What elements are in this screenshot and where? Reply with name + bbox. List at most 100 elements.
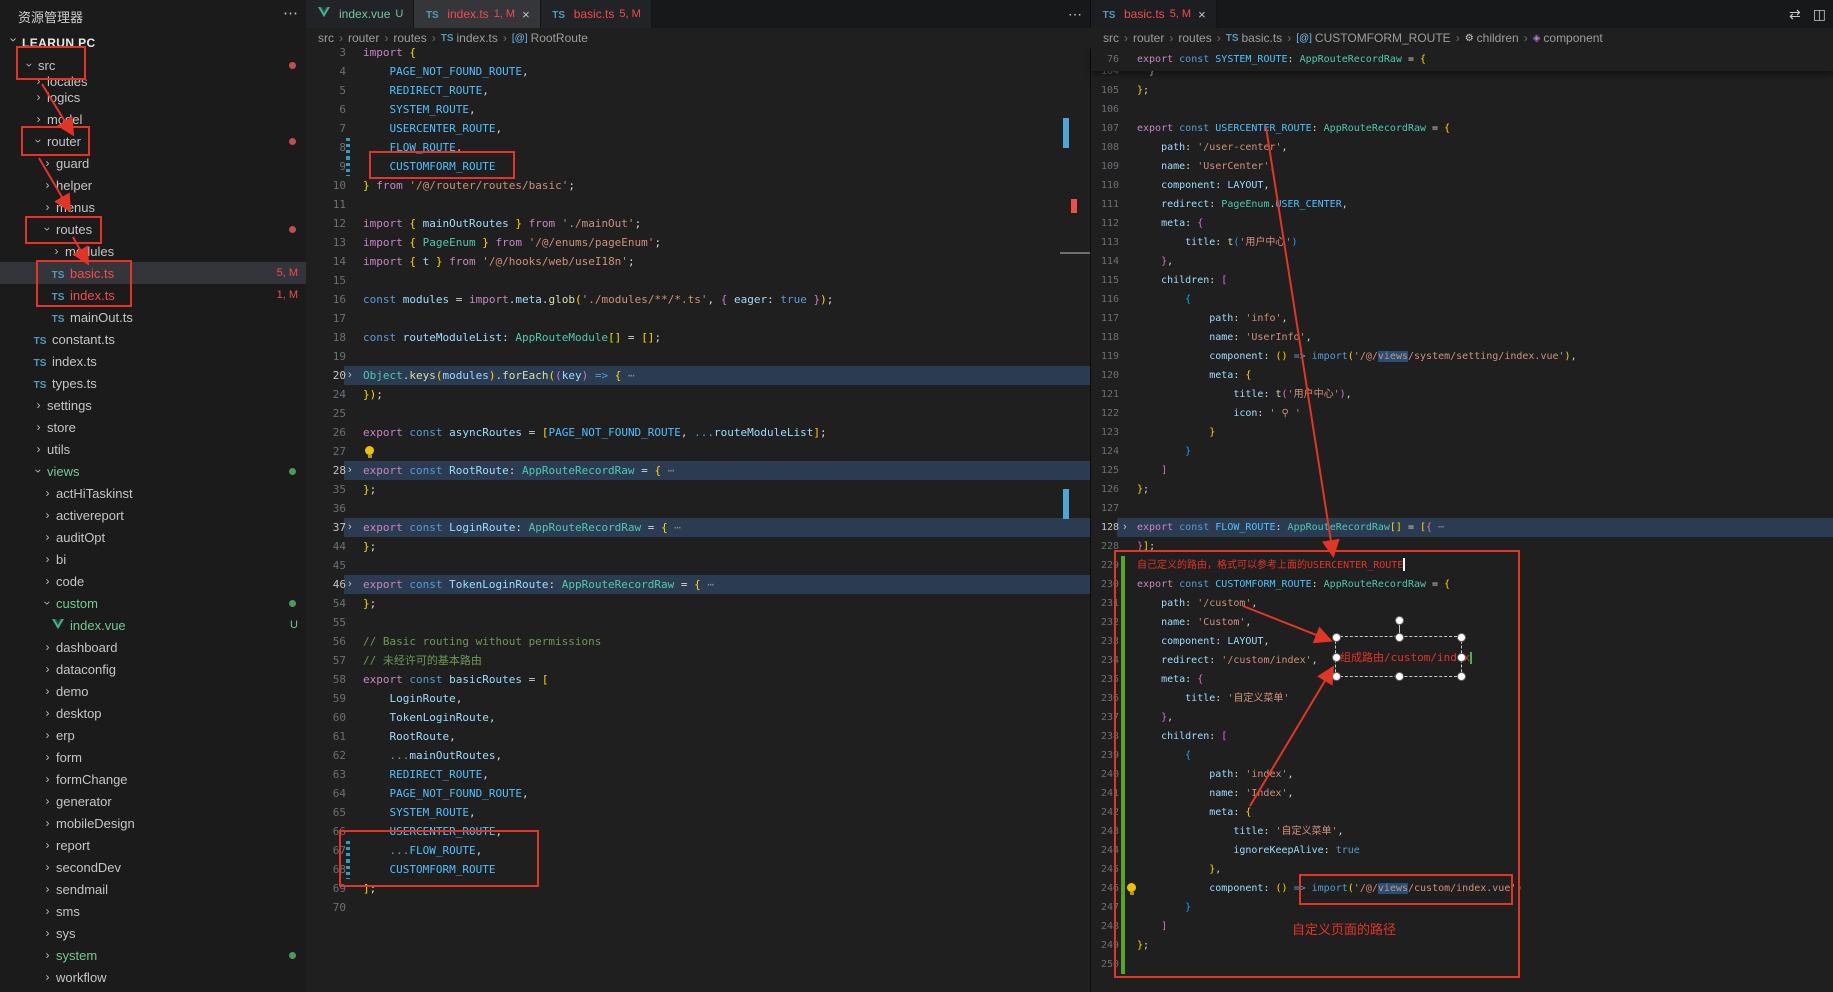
code-line[interactable]: 232 name: 'Custom',	[1091, 613, 1833, 632]
code-line[interactable]: 120 meta: {	[1091, 366, 1833, 385]
code-line[interactable]: 61 RootRoute,	[306, 727, 1090, 746]
tree-item-code[interactable]: ›code	[0, 570, 306, 592]
code-line[interactable]: 228}];	[1091, 537, 1833, 556]
split-editor-icon[interactable]: ◫	[1813, 6, 1826, 23]
breadcrumb-item-src[interactable]: src	[318, 31, 334, 45]
tree-item-index-vue[interactable]: index.vueU	[0, 614, 306, 636]
tree-item-guard[interactable]: ›guard	[0, 152, 306, 174]
code-line[interactable]: 109 name: 'UserCenter',	[1091, 157, 1833, 176]
code-line[interactable]: 111 redirect: PageEnum.USER_CENTER,	[1091, 195, 1833, 214]
code-line[interactable]: 65 SYSTEM_ROUTE,	[306, 803, 1090, 822]
code-line[interactable]: 35};	[306, 480, 1090, 499]
lightbulb-icon[interactable]	[1127, 883, 1136, 892]
breadcrumb-item-src[interactable]: src	[1103, 31, 1119, 45]
close-icon[interactable]: ×	[1198, 7, 1206, 22]
breadcrumb-item-component[interactable]: ◈component	[1533, 31, 1603, 45]
code-line[interactable]: 115 children: [	[1091, 271, 1833, 290]
tree-item-custom[interactable]: ›custom	[0, 592, 306, 614]
code-line[interactable]: 54};	[306, 594, 1090, 613]
code-line[interactable]: 28›export const RootRoute: AppRouteRecor…	[306, 461, 1090, 480]
code-line[interactable]: 68 CUSTOMFORM_ROUTE	[306, 860, 1090, 879]
code-line[interactable]: 62 ...mainOutRoutes,	[306, 746, 1090, 765]
code-editor-basic-ts[interactable]: 104 }105};106107export const USERCENTER_…	[1091, 48, 1833, 992]
code-line[interactable]: 125 ]	[1091, 461, 1833, 480]
code-line[interactable]: 116 {	[1091, 290, 1833, 309]
fold-chevron-icon[interactable]: ›	[1123, 518, 1127, 537]
code-line[interactable]: 237 },	[1091, 708, 1833, 727]
lightbulb-icon[interactable]	[365, 446, 374, 455]
code-line[interactable]: 245 },	[1091, 860, 1833, 879]
breadcrumb-item-CUSTOMFORM-ROUTE[interactable]: [@]CUSTOMFORM_ROUTE	[1296, 31, 1451, 45]
code-line[interactable]: 59 LoginRoute,	[306, 689, 1090, 708]
code-line[interactable]: 112 meta: {	[1091, 214, 1833, 233]
code-line[interactable]: 66 USERCENTER_ROUTE,	[306, 822, 1090, 841]
breadcrumb-item-routes[interactable]: routes	[393, 31, 426, 45]
code-line[interactable]: 242 meta: {	[1091, 803, 1833, 822]
code-line[interactable]: 248 ]	[1091, 917, 1833, 936]
code-line[interactable]: 119 component: () => import('/@/views/sy…	[1091, 347, 1833, 366]
tree-item-desktop[interactable]: ›desktop	[0, 702, 306, 724]
code-line[interactable]: 126};	[1091, 480, 1833, 499]
tree-item-logics[interactable]: ›logics	[0, 86, 306, 108]
tree-item-workflow[interactable]: ›workflow	[0, 966, 306, 988]
code-line[interactable]: 37›export const LoginRoute: AppRouteReco…	[306, 518, 1090, 537]
code-line[interactable]: 121 title: t('用户中心'),	[1091, 385, 1833, 404]
tree-item-modules[interactable]: ›modules	[0, 240, 306, 262]
code-line[interactable]: 110 component: LAYOUT,	[1091, 176, 1833, 195]
code-line[interactable]: 127	[1091, 499, 1833, 518]
tree-item-bi[interactable]: ›bi	[0, 548, 306, 570]
code-line[interactable]: 7 USERCENTER_ROUTE,	[306, 119, 1090, 138]
tree-root-item[interactable]: › LEARUN PC	[0, 32, 306, 54]
code-line[interactable]: 11	[306, 195, 1090, 214]
code-line[interactable]: 239 {	[1091, 746, 1833, 765]
code-line[interactable]: 122 icon: ' ⚲ '	[1091, 404, 1833, 423]
code-line[interactable]: 46›export const TokenLoginRoute: AppRout…	[306, 575, 1090, 594]
tree-item-sys[interactable]: ›sys	[0, 922, 306, 944]
code-line[interactable]: 118 name: 'UserInfo',	[1091, 328, 1833, 347]
code-line[interactable]: 57// 未经许可的基本路由	[306, 651, 1090, 670]
tree-item-src[interactable]: ›src	[0, 54, 306, 76]
tree-item-demo[interactable]: ›demo	[0, 680, 306, 702]
code-line[interactable]: 106	[1091, 100, 1833, 119]
code-line[interactable]: 128›export const FLOW_ROUTE: AppRouteRec…	[1091, 518, 1833, 537]
code-line[interactable]: 231 path: '/custom',	[1091, 594, 1833, 613]
tree-item-locales[interactable]: ›locales	[0, 76, 306, 86]
tree-item-views[interactable]: ›views	[0, 460, 306, 482]
code-line[interactable]: 20›Object.keys(modules).forEach((key) =>…	[306, 366, 1090, 385]
code-line[interactable]: 24});	[306, 385, 1090, 404]
tree-item-report[interactable]: ›report	[0, 834, 306, 856]
code-line[interactable]: 45	[306, 556, 1090, 575]
tree-item-sendmail[interactable]: ›sendmail	[0, 878, 306, 900]
close-icon[interactable]: ×	[522, 7, 530, 22]
code-line[interactable]: 15	[306, 271, 1090, 290]
code-line[interactable]: 69];	[306, 879, 1090, 898]
code-line[interactable]: 107export const USERCENTER_ROUTE: AppRou…	[1091, 119, 1833, 138]
code-line[interactable]: 27	[306, 442, 1090, 461]
tree-item-utils[interactable]: ›utils	[0, 438, 306, 460]
code-line[interactable]: 44};	[306, 537, 1090, 556]
tree-item-types-ts[interactable]: TStypes.ts	[0, 372, 306, 394]
fold-chevron-icon[interactable]: ›	[348, 461, 352, 480]
code-line[interactable]: 64 PAGE_NOT_FOUND_ROUTE,	[306, 784, 1090, 803]
tab-index-vue[interactable]: index.vueU	[306, 0, 414, 28]
tree-item-form[interactable]: ›form	[0, 746, 306, 768]
breadcrumb-item-children[interactable]: ⚙children	[1465, 31, 1519, 45]
code-line[interactable]: 14import { t } from '/@/hooks/web/useI18…	[306, 252, 1090, 271]
breadcrumb-item-basic-ts[interactable]: TSbasic.ts	[1226, 31, 1282, 45]
code-line[interactable]: 4 PAGE_NOT_FOUND_ROUTE,	[306, 62, 1090, 81]
code-line[interactable]: 114 },	[1091, 252, 1833, 271]
compare-changes-icon[interactable]: ⇄	[1789, 6, 1801, 23]
code-line[interactable]: 13import { PageEnum } from '/@/enums/pag…	[306, 233, 1090, 252]
tree-item-system[interactable]: ›system	[0, 944, 306, 966]
code-line[interactable]: 246 component: () => import('/@/views/cu…	[1091, 879, 1833, 898]
code-line[interactable]: 8 FLOW_ROUTE,	[306, 138, 1090, 157]
tree-item-formChange[interactable]: ›formChange	[0, 768, 306, 790]
code-line[interactable]: 67 ...FLOW_ROUTE,	[306, 841, 1090, 860]
tab-basic-ts[interactable]: TSbasic.ts5, M×	[1091, 0, 1217, 28]
tree-item-dataconfig[interactable]: ›dataconfig	[0, 658, 306, 680]
tree-item-index-ts[interactable]: TSindex.ts	[0, 350, 306, 372]
code-line[interactable]: 63 REDIRECT_ROUTE,	[306, 765, 1090, 784]
code-line[interactable]: 113 title: t('用户中心')	[1091, 233, 1833, 252]
sticky-scroll-line[interactable]: 76export const SYSTEM_ROUTE: AppRouteRec…	[1091, 48, 1833, 71]
tree-item-activereport[interactable]: ›activereport	[0, 504, 306, 526]
